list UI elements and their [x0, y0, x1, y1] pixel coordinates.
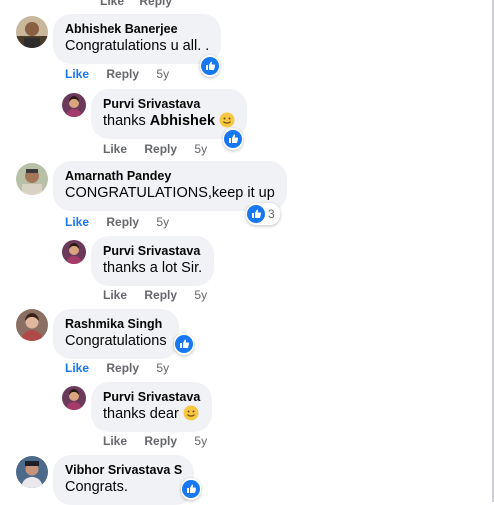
comment-author[interactable]: Purvi Srivastava	[103, 96, 235, 112]
reply-link[interactable]: Reply	[144, 142, 177, 156]
comment-bubble: Rashmika Singh Congratulations	[53, 309, 179, 359]
reaction-badge[interactable]	[181, 478, 201, 500]
reply-link[interactable]: Reply	[144, 288, 177, 302]
timestamp[interactable]: 5y	[156, 361, 169, 375]
avatar[interactable]	[16, 456, 48, 488]
timestamp[interactable]: 5y	[156, 67, 169, 81]
thumbs-up-icon	[224, 130, 242, 148]
reaction-count: 3	[268, 207, 275, 221]
reply-link[interactable]: Reply	[144, 434, 177, 448]
reaction-badge[interactable]: 3	[246, 203, 280, 225]
avatar[interactable]	[16, 16, 48, 48]
reply-link[interactable]: Reply	[106, 215, 139, 229]
like-link[interactable]: Like	[103, 288, 127, 302]
comment-author[interactable]: Vibhor Srivastava S	[65, 462, 182, 478]
avatar[interactable]	[62, 93, 86, 117]
comment-text: thanks Abhishek	[103, 112, 235, 131]
avatar[interactable]	[16, 163, 48, 195]
comment-text: CONGRATULATIONS,keep it up	[65, 185, 275, 201]
comment-bubble: Vibhor Srivastava S Congrats.	[53, 455, 195, 505]
smile-emoji-icon	[219, 112, 235, 128]
avatar[interactable]	[16, 309, 48, 341]
comment-actions: Like Reply 5y	[65, 215, 169, 229]
avatar[interactable]	[62, 240, 86, 264]
like-link[interactable]: Like	[65, 67, 89, 81]
comment-actions: Like Reply 5y	[103, 288, 207, 302]
comment-text: Congratulations u all. .	[65, 38, 210, 54]
comment-author[interactable]: Amarnath Pandey	[65, 168, 275, 184]
timestamp[interactable]: 5y	[156, 215, 169, 229]
comment-actions: Like Reply 5y	[65, 361, 169, 375]
comment-text: Congratulations	[65, 333, 167, 349]
reply-link[interactable]: Reply	[106, 361, 139, 375]
reaction-badge[interactable]	[174, 333, 194, 355]
comment-bubble: Purvi Srivastava thanks dear	[91, 382, 213, 432]
partial-actions-row: Like Reply	[100, 0, 184, 8]
comment-text: thanks a lot Sir.	[103, 260, 203, 276]
like-link[interactable]: Like	[103, 142, 127, 156]
avatar[interactable]	[62, 386, 86, 410]
thumbs-up-icon	[247, 205, 265, 223]
comment-author[interactable]: Purvi Srivastava	[103, 243, 202, 259]
comment-author[interactable]: Purvi Srivastava	[103, 389, 200, 405]
mention-link[interactable]: Abhishek	[150, 113, 215, 129]
comment-actions: Like Reply 5y	[65, 67, 169, 81]
timestamp[interactable]: 5y	[194, 434, 207, 448]
reaction-badge[interactable]	[223, 128, 243, 150]
thumbs-up-icon	[175, 335, 193, 353]
thumbs-up-icon	[201, 57, 219, 75]
comment-bubble: Abhishek Banerjee Congratulations u all.…	[53, 14, 222, 64]
thumbs-up-icon	[182, 480, 200, 498]
smile-emoji-icon	[183, 405, 199, 421]
timestamp[interactable]: 5y	[194, 288, 207, 302]
comment-actions: Like Reply 5y	[103, 434, 207, 448]
like-link[interactable]: Like	[65, 215, 89, 229]
comment-text: Congrats.	[65, 479, 128, 495]
like-link[interactable]: Like	[103, 434, 127, 448]
like-link[interactable]: Like	[100, 0, 124, 8]
comment-text: thanks dear	[103, 405, 200, 424]
reaction-badge[interactable]	[200, 55, 220, 77]
comment-actions: Like Reply 5y	[103, 142, 207, 156]
comment-author[interactable]: Abhishek Banerjee	[65, 21, 209, 37]
timestamp[interactable]: 5y	[194, 142, 207, 156]
comment-bubble: Purvi Srivastava thanks a lot Sir.	[91, 236, 215, 286]
comment-author[interactable]: Rashmika Singh	[65, 316, 167, 332]
reply-link[interactable]: Reply	[106, 67, 139, 81]
like-link[interactable]: Like	[65, 361, 89, 375]
reply-link[interactable]: Reply	[139, 0, 172, 8]
